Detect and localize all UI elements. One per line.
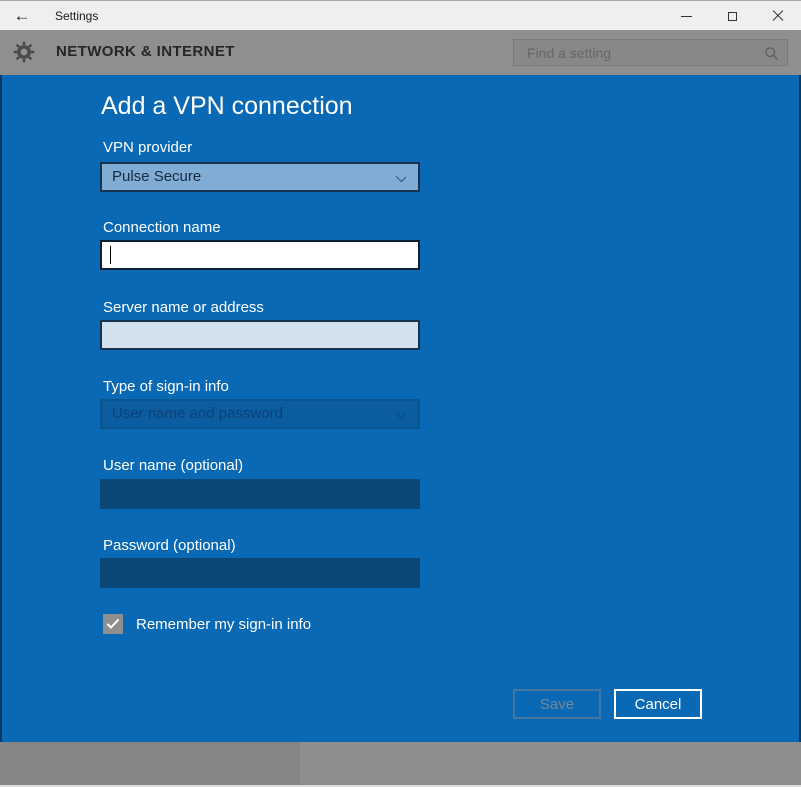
cancel-button[interactable]: Cancel xyxy=(614,689,702,719)
titlebar: ← Settings xyxy=(0,0,801,30)
maximize-icon xyxy=(728,12,737,21)
sign-in-type-value: User name and password xyxy=(112,405,283,422)
password-field xyxy=(100,558,420,588)
remember-signin-row[interactable]: Remember my sign-in info xyxy=(103,614,311,634)
close-button[interactable] xyxy=(755,1,801,31)
chevron-down-icon xyxy=(396,409,406,419)
user-name-field xyxy=(100,479,420,509)
flyout-title: Add a VPN connection xyxy=(101,92,353,121)
back-icon: ← xyxy=(14,6,31,26)
remember-checkbox-label: Remember my sign-in info xyxy=(136,616,311,633)
sign-in-type-dropdown: User name and password xyxy=(100,399,420,429)
dimmed-page-content-strip xyxy=(300,742,801,785)
save-button[interactable]: Save xyxy=(513,689,601,719)
page-title: NETWORK & INTERNET xyxy=(56,43,235,60)
remember-checkbox[interactable] xyxy=(103,614,123,634)
search-box[interactable] xyxy=(513,39,788,66)
chevron-down-icon xyxy=(396,172,406,182)
server-address-input[interactable] xyxy=(102,322,418,348)
connection-name-input[interactable] xyxy=(102,242,418,268)
vpn-provider-label: VPN provider xyxy=(103,139,192,156)
maximize-button[interactable] xyxy=(709,1,755,31)
dimmed-page-sidebar-strip xyxy=(0,742,300,785)
page-header: NETWORK & INTERNET xyxy=(0,30,801,75)
server-address-field xyxy=(100,320,420,350)
user-name-label: User name (optional) xyxy=(103,457,243,474)
close-icon xyxy=(772,10,784,22)
window-controls xyxy=(663,1,801,31)
search-input[interactable] xyxy=(514,40,787,65)
window-title: Settings xyxy=(55,9,98,23)
password-input[interactable] xyxy=(100,558,420,588)
back-button[interactable]: ← xyxy=(0,1,44,31)
checkmark-icon xyxy=(106,618,120,630)
connection-name-field xyxy=(100,240,420,270)
vpn-provider-dropdown[interactable]: Pulse Secure xyxy=(100,162,420,192)
settings-gear-icon xyxy=(12,40,36,64)
window-border-left xyxy=(0,75,2,742)
vpn-provider-value: Pulse Secure xyxy=(112,168,201,185)
settings-window: ← Settings xyxy=(0,0,801,787)
search-icon xyxy=(764,46,779,61)
minimize-icon xyxy=(681,16,692,17)
text-caret xyxy=(110,246,111,264)
minimize-button[interactable] xyxy=(663,1,709,31)
server-address-label: Server name or address xyxy=(103,299,264,316)
user-name-input[interactable] xyxy=(100,479,420,509)
connection-name-label: Connection name xyxy=(103,219,221,236)
sign-in-type-label: Type of sign-in info xyxy=(103,378,229,395)
password-label: Password (optional) xyxy=(103,537,236,554)
